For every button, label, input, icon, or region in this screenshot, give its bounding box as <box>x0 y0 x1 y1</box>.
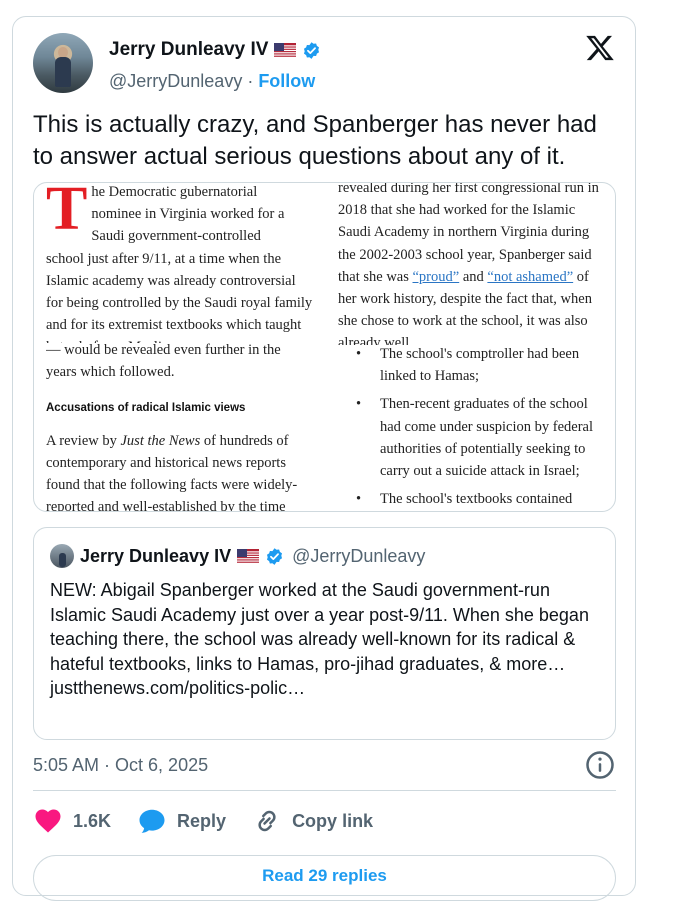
us-flag-icon <box>274 42 297 58</box>
follow-button[interactable]: Follow <box>258 71 315 92</box>
quoted-tweet-link[interactable]: justthenews.com/politics-polic… <box>50 676 600 701</box>
author-name[interactable]: Jerry Dunleavy IV <box>109 39 268 61</box>
article-bullet: Then-recent graduates of the school had … <box>338 393 608 482</box>
quoted-author-name: Jerry Dunleavy IV <box>80 545 232 566</box>
like-count: 1.6K <box>73 810 112 831</box>
link-icon <box>258 810 276 832</box>
author-name-row: Jerry Dunleavy IV <box>109 39 321 61</box>
article-col3-body: A review by Just the News of hundreds of… <box>46 430 314 511</box>
reply-label: Reply <box>177 810 227 831</box>
article-bullet: The school's comptroller had been linked… <box>338 343 608 387</box>
article-column-1: T he Democratic gubernatorial nominee in… <box>46 182 314 343</box>
x-logo-icon[interactable] <box>585 33 615 63</box>
article-column-2: revealed during her first congressional … <box>338 183 608 345</box>
article-col3-body-em: Just the News <box>120 432 201 449</box>
tweet-header: Jerry Dunleavy IV @JerryDunleavy · Follo… <box>33 33 617 93</box>
action-bar: 1.6K Reply Copy link <box>33 801 399 841</box>
handle-separator: · <box>247 71 254 91</box>
tweet-card: Jerry Dunleavy IV @JerryDunleavy · Follo… <box>12 16 636 901</box>
tweet-timestamp[interactable]: 5:05 AM · Oct 6, 2025 <box>33 755 208 776</box>
article-line-1: he Democratic gubernatorial <box>91 184 258 200</box>
article-link-proud: “proud” <box>412 268 460 285</box>
tweet-text: This is actually crazy, and Spanberger h… <box>33 111 597 170</box>
quoted-tweet-body: NEW: Abigail Spanberger worked at the Sa… <box>50 580 589 674</box>
quoted-tweet-text: NEW: Abigail Spanberger worked at the Sa… <box>50 578 600 701</box>
us-flag-icon <box>237 548 260 564</box>
info-icon[interactable] <box>585 750 615 780</box>
quoted-author-avatar <box>50 544 74 568</box>
verified-icon <box>267 547 283 565</box>
article-line-3: Saudi government-controlled <box>91 228 261 245</box>
article-col2-text-b: and <box>459 268 488 285</box>
article-column-3: — would be revealed even further in the … <box>46 339 314 511</box>
author-avatar[interactable] <box>33 33 93 93</box>
article-column-4: The school's comptroller had been linked… <box>338 343 608 511</box>
article-col3-body-a: A review by <box>46 432 121 449</box>
copy-link-button[interactable]: Copy link <box>252 806 373 836</box>
article-bullet: The school's textbooks contained hateful… <box>338 488 608 511</box>
article-line-2: nominee in Virginia worked for a <box>91 206 285 223</box>
divider <box>33 790 616 791</box>
drop-cap: T <box>46 182 88 243</box>
read-replies-button[interactable]: Read 29 replies <box>33 855 616 901</box>
article-subhead: Accusations of radical Islamic views <box>46 402 246 415</box>
heart-icon <box>35 809 61 833</box>
article-image[interactable]: T he Democratic gubernatorial nominee in… <box>33 182 616 512</box>
reply-icon <box>139 809 165 833</box>
reply-button[interactable]: Reply <box>137 806 226 836</box>
article-link-not-ashamed: “not ashamed” <box>487 268 574 285</box>
copy-link-label: Copy link <box>292 810 374 831</box>
article-col3-text: — would be revealed even further in the … <box>46 342 281 381</box>
article-col1-text: school just after 9/11, at a time when t… <box>46 250 313 343</box>
like-button[interactable]: 1.6K <box>33 806 111 836</box>
quoted-tweet-header: Jerry Dunleavy IV @JerryDunleavy <box>50 544 425 568</box>
author-handle[interactable]: @JerryDunleavy <box>109 71 242 92</box>
quoted-author-handle: @JerryDunleavy <box>292 545 426 566</box>
author-handle-row: @JerryDunleavy · Follow <box>109 71 315 92</box>
quoted-tweet[interactable]: Jerry Dunleavy IV @JerryDunleavy NEW: Ab… <box>33 527 616 740</box>
verified-icon[interactable] <box>302 41 321 60</box>
